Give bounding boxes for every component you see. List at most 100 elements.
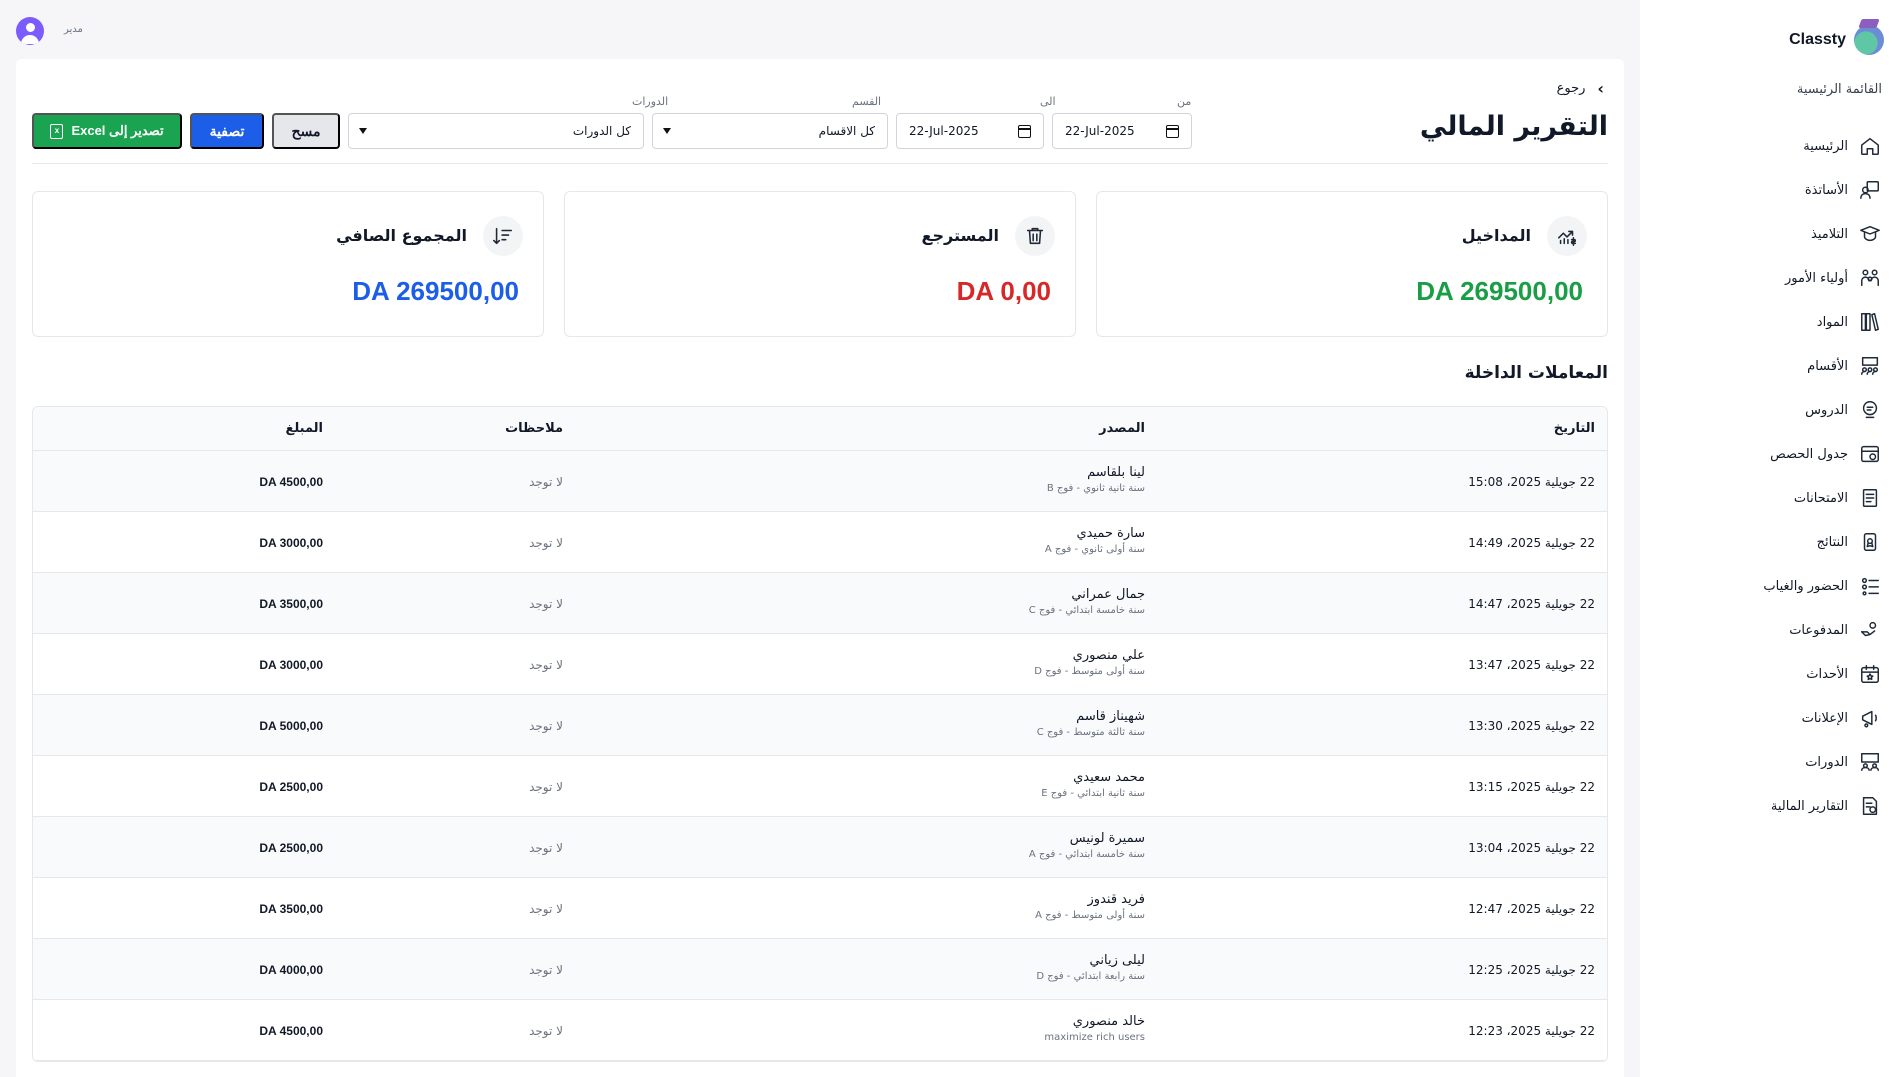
section-select[interactable]: كل الاقسام (652, 113, 888, 149)
to-date-value: 22-Jul-2025 (909, 124, 979, 138)
column-header-date[interactable]: التاريخ (1554, 421, 1595, 436)
cell-source: خالد منصوري maximize rich users (1044, 1014, 1145, 1043)
sidebar-item-students[interactable]: التلاميذ (1640, 212, 1902, 256)
sidebar-item-parents[interactable]: أولياء الأمور (1640, 256, 1902, 300)
excel-file-icon: x (50, 123, 64, 139)
table-row[interactable]: 22 جويلية 2025، 13:47 علي منصوري سنة أولى … (33, 634, 1607, 695)
sidebar-item-financial-reports[interactable]: التقارير المالية (1640, 784, 1902, 828)
table-row[interactable]: 22 جويلية 2025، 13:15 محمد سعيدي سنة ثانية… (33, 756, 1607, 817)
export-label: تصدير إلى Excel (71, 123, 164, 138)
sidebar-item-results[interactable]: النتائج (1640, 520, 1902, 564)
student-name: شهيناز قاسم (1076, 709, 1145, 724)
cell-notes: لا توجد (529, 658, 563, 672)
payments-icon (1858, 618, 1882, 642)
sidebar-item-schedule[interactable]: جدول الحصص (1640, 432, 1902, 476)
sidebar-item-label: التلاميذ (1811, 226, 1848, 242)
table-row[interactable]: 22 جويلية 2025، 14:49 سارة حميدي سنة أولى … (33, 512, 1607, 573)
cell-amount: DA 4500,00 (259, 1024, 323, 1038)
brand[interactable]: Classty (1640, 0, 1902, 62)
table-body: 22 جويلية 2025، 15:08 لينا بلقاسم سنة ثاني… (33, 451, 1607, 1061)
cell-source: شهيناز قاسم سنة ثالثة متوسط - فوج C (1037, 709, 1145, 738)
sidebar-item-lessons[interactable]: الدروس (1640, 388, 1902, 432)
sidebar-item-label: الحضور والغياب (1763, 578, 1848, 594)
sidebar-item-sections[interactable]: الأقسام (1640, 344, 1902, 388)
cell-amount: DA 3500,00 (259, 597, 323, 611)
table-row[interactable]: 22 جويلية 2025، 13:04 سميرة لونيس سنة خامس… (33, 817, 1607, 878)
sidebar-item-payments[interactable]: المدفوعات (1640, 608, 1902, 652)
sidebar-item-events[interactable]: الأحداث (1640, 652, 1902, 696)
cell-date: 22 جويلية 2025، 15:08 (1468, 475, 1595, 489)
sidebar-item-exams[interactable]: الامتحانات (1640, 476, 1902, 520)
cell-date: 22 جويلية 2025، 14:49 (1468, 536, 1595, 550)
table-header: التاريخ المصدر ملاحظات المبلغ (33, 407, 1607, 451)
sidebar-item-label: الأحداث (1806, 666, 1848, 682)
table-row[interactable]: 22 جويلية 2025، 12:23 خالد منصوري maximize… (33, 1000, 1607, 1061)
student-class: سنة خامسة ابتدائي - فوج C (1028, 605, 1145, 616)
stat-label: المجموع الصافي (336, 226, 467, 245)
clear-button[interactable]: مسح (272, 113, 340, 149)
cell-amount: DA 2500,00 (259, 841, 323, 855)
cell-notes: لا توجد (529, 780, 563, 794)
menu-title: القائمة الرئيسية (1796, 82, 1882, 97)
chart-up-dollar-icon (1547, 216, 1587, 256)
sidebar-item-subjects[interactable]: المواد (1640, 300, 1902, 344)
sidebar-item-label: الأقسام (1807, 358, 1848, 374)
results-icon (1858, 530, 1882, 554)
chevron-right-icon: › (1597, 79, 1604, 98)
avatar[interactable] (16, 17, 44, 45)
sidebar-item-attendance[interactable]: الحضور والغياب (1640, 564, 1902, 608)
export-excel-button[interactable]: تصدير إلى Excel x (32, 113, 182, 149)
stats-row: المجموع الصافي DA 269500,00 المسترجع DA … (32, 191, 1608, 337)
to-date-label: الى (1040, 95, 1056, 108)
page-title: التقرير المالي (1419, 111, 1608, 142)
column-header-source[interactable]: المصدر (1099, 421, 1145, 436)
table-row[interactable]: 22 جويلية 2025، 12:47 فريد قندوز سنة أولى … (33, 878, 1607, 939)
family-icon (1858, 266, 1882, 290)
trash-icon (1015, 216, 1055, 256)
student-class: سنة أولى متوسط - فوج A (1035, 910, 1145, 921)
cell-source: جمال عمراني سنة خامسة ابتدائي - فوج C (1029, 587, 1145, 616)
calendar-icon[interactable] (1166, 124, 1179, 138)
cell-date: 22 جويلية 2025، 13:30 (1468, 719, 1595, 733)
attendance-icon (1858, 574, 1882, 598)
sidebar-item-label: المدفوعات (1789, 622, 1848, 638)
sidebar-item-home[interactable]: الرئيسية (1640, 124, 1902, 168)
cell-notes: لا توجد (529, 597, 563, 611)
logo-icon (1854, 25, 1884, 55)
sidebar-item-announcements[interactable]: الإعلانات (1640, 696, 1902, 740)
table-row[interactable]: 22 جويلية 2025، 15:08 لينا بلقاسم سنة ثاني… (33, 451, 1607, 512)
table-row[interactable]: 22 جويلية 2025، 12:25 ليلى زياني سنة رابعة… (33, 939, 1607, 1000)
courses-select[interactable]: كل الدورات (348, 113, 644, 149)
stat-card-income: المداخيل DA 269500,00 (1096, 191, 1608, 337)
user-role: مدير (64, 24, 83, 35)
from-date-input[interactable]: 22-Jul-2025 (1052, 113, 1192, 149)
sidebar-item-teachers[interactable]: الأساتذة (1640, 168, 1902, 212)
calendar-icon[interactable] (1018, 124, 1031, 138)
student-class: سنة أولى متوسط - فوج D (1034, 666, 1145, 677)
column-header-notes[interactable]: ملاحظات (505, 421, 563, 436)
stat-card-refund: المسترجع DA 0,00 (564, 191, 1076, 337)
cell-notes: لا توجد (529, 475, 563, 489)
cell-notes: لا توجد (529, 902, 563, 916)
cell-amount: DA 4500,00 (259, 475, 323, 489)
to-date-input[interactable]: 22-Jul-2025 (896, 113, 1044, 149)
books-icon (1858, 310, 1882, 334)
sidebar-item-label: الدروس (1805, 402, 1848, 418)
back-label: رجوع (1556, 81, 1586, 96)
sidebar-item-courses[interactable]: الدورات (1640, 740, 1902, 784)
schedule-icon (1858, 442, 1882, 466)
column-header-amount[interactable]: المبلغ (285, 421, 323, 436)
table-row[interactable]: 22 جويلية 2025، 13:30 شهيناز قاسم سنة ثالث… (33, 695, 1607, 756)
megaphone-icon (1858, 706, 1882, 730)
exam-icon (1858, 486, 1882, 510)
cell-notes: لا توجد (529, 719, 563, 733)
table-row[interactable]: 22 جويلية 2025، 14:47 جمال عمراني سنة خامس… (33, 573, 1607, 634)
filter-button[interactable]: تصفية (190, 113, 264, 149)
sidebar-item-label: النتائج (1816, 534, 1848, 550)
back-link[interactable]: › رجوع (1557, 79, 1604, 98)
section-label: القسم (852, 95, 882, 108)
cell-amount: DA 5000,00 (259, 719, 323, 733)
lesson-icon (1858, 398, 1882, 422)
student-class: سنة ثالثة متوسط - فوج C (1036, 727, 1145, 738)
stat-label: المسترجع (921, 226, 999, 245)
